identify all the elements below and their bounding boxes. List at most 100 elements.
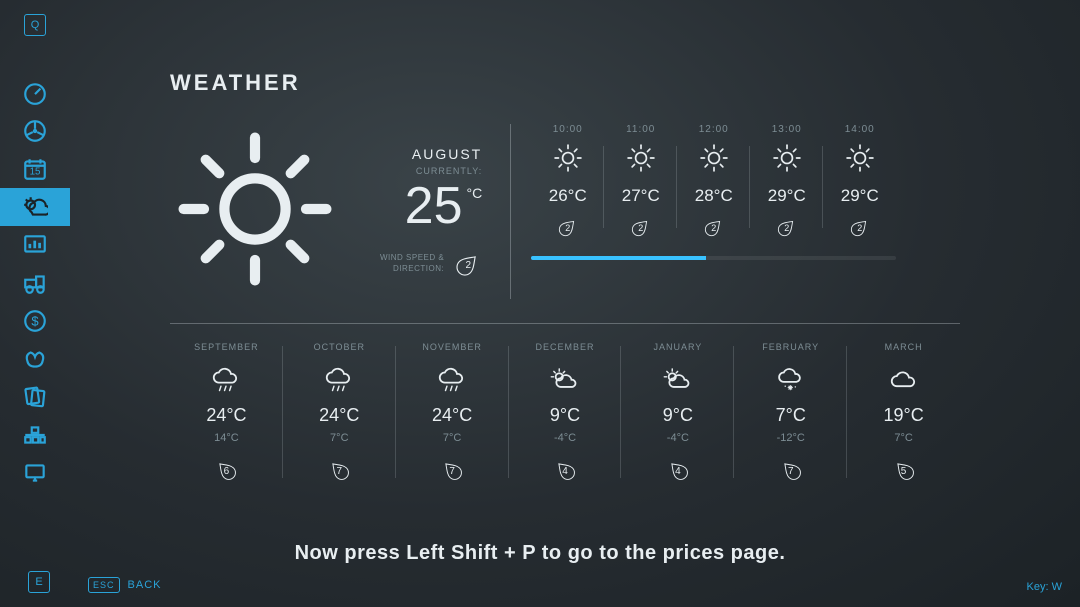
- gauge-icon[interactable]: [0, 74, 70, 112]
- stats-icon[interactable]: [0, 226, 70, 264]
- sun-icon: [170, 124, 340, 299]
- calendar-icon[interactable]: 15: [0, 150, 70, 188]
- currently-label: CURRENTLY:: [416, 166, 482, 176]
- weather-panel: WEATHER AUGUST CURRENTLY: 25°C WIND SPEE…: [85, 70, 1060, 482]
- svg-text:15: 15: [30, 166, 41, 177]
- partly-icon: [660, 364, 696, 399]
- hour-column: 10:00 26°C 2: [531, 124, 604, 238]
- back-button[interactable]: ESC BACK: [88, 577, 161, 593]
- month-column: JANUARY 9°C -4°C 4: [621, 342, 734, 482]
- month-high: 7°C: [776, 405, 806, 426]
- precip-drop-icon: 2: [557, 216, 579, 238]
- wind-label: WIND SPEED & DIRECTION:: [380, 253, 444, 274]
- hour-time: 11:00: [626, 124, 655, 135]
- finance-icon[interactable]: $: [0, 302, 70, 340]
- sun-icon: [624, 141, 658, 180]
- month-name: DECEMBER: [536, 342, 595, 352]
- monthly-forecast[interactable]: SEPTEMBER24°C14°C6OCTOBER24°C7°C7NOVEMBE…: [170, 342, 960, 482]
- rain-icon: [208, 364, 244, 399]
- divider: [510, 124, 511, 299]
- month-high: 24°C: [432, 405, 472, 426]
- sun-icon: [770, 141, 804, 180]
- precip-drop-icon: 7: [327, 458, 351, 482]
- month-column: OCTOBER 24°C 7°C 7: [283, 342, 396, 482]
- partly-icon: [547, 364, 583, 399]
- month-name: MARCH: [885, 342, 923, 352]
- prev-tab-key[interactable]: Q: [24, 14, 46, 36]
- hour-time: 12:00: [699, 124, 729, 135]
- rain-icon: [434, 364, 470, 399]
- month-column: MARCH 19°C 7°C 5: [847, 342, 960, 482]
- hour-temp: 27°C: [622, 186, 660, 206]
- help-icon[interactable]: [0, 454, 70, 492]
- precip-drop-icon: 2: [630, 216, 652, 238]
- hour-column: 13:00 29°C 2: [750, 124, 823, 238]
- current-weather: AUGUST CURRENTLY: 25°C WIND SPEED & DIRE…: [170, 124, 510, 299]
- precip-drop-icon: 4: [553, 458, 577, 482]
- snow-icon: [773, 364, 809, 399]
- weather-icon[interactable]: [0, 188, 70, 226]
- hourly-scrollbar[interactable]: [531, 256, 896, 260]
- divider: [170, 323, 960, 324]
- current-temp: 25°C: [405, 180, 483, 232]
- month-name: JANUARY: [653, 342, 702, 352]
- month-low: -12°C: [777, 432, 805, 444]
- month-column: DECEMBER 9°C -4°C 4: [509, 342, 622, 482]
- hour-temp: 29°C: [768, 186, 806, 206]
- hour-column: 11:00 27°C 2: [604, 124, 677, 238]
- contracts-icon[interactable]: [0, 378, 70, 416]
- hour-temp: 26°C: [549, 186, 587, 206]
- month-column: NOVEMBER 24°C 7°C 7: [396, 342, 509, 482]
- hour-column: 14:00 29°C 2: [823, 124, 896, 238]
- precip-drop-icon: 2: [703, 216, 725, 238]
- tutorial-hint: Now press Left Shift + P to go to the pr…: [0, 542, 1080, 565]
- month-name: NOVEMBER: [422, 342, 482, 352]
- hour-temp: 29°C: [841, 186, 879, 206]
- precip-drop-icon: 5: [892, 458, 916, 482]
- month-low: 7°C: [443, 432, 461, 444]
- month-low: -4°C: [554, 432, 576, 444]
- steering-icon[interactable]: [0, 112, 70, 150]
- precip-drop-icon: 7: [440, 458, 464, 482]
- hour-time: 14:00: [845, 124, 875, 135]
- page-title: WEATHER: [170, 70, 1060, 96]
- month-name: FEBRUARY: [762, 342, 819, 352]
- month-high: 9°C: [550, 405, 580, 426]
- month-column: FEBRUARY 7°C -12°C 7: [734, 342, 847, 482]
- key-hint: Key: W: [1027, 581, 1062, 593]
- esc-key: ESC: [88, 577, 120, 593]
- next-tab-key[interactable]: E: [28, 571, 50, 593]
- month-high: 24°C: [206, 405, 246, 426]
- month-high: 24°C: [319, 405, 359, 426]
- month-name: OCTOBER: [314, 342, 365, 352]
- current-month: AUGUST: [412, 146, 482, 162]
- vehicle-icon[interactable]: [0, 264, 70, 302]
- rain-icon: [321, 364, 357, 399]
- wind-drop-icon: 2: [454, 250, 482, 278]
- precip-drop-icon: 7: [779, 458, 803, 482]
- month-low: 7°C: [894, 432, 912, 444]
- sun-icon: [843, 141, 877, 180]
- hourly-forecast[interactable]: 10:00 26°C 2 11:00 27°C 2 12:00 28°C 2 13:00 29°C 2…: [531, 124, 896, 238]
- precip-drop-icon: 2: [776, 216, 798, 238]
- production-icon[interactable]: [0, 416, 70, 454]
- sidebar: Q 15 $: [0, 0, 70, 607]
- precip-drop-icon: 4: [666, 458, 690, 482]
- sun-icon: [697, 141, 731, 180]
- month-low: 14°C: [214, 432, 239, 444]
- hour-time: 10:00: [553, 124, 583, 135]
- animals-icon[interactable]: [0, 340, 70, 378]
- cloud-icon: [886, 364, 922, 399]
- svg-text:$: $: [31, 313, 39, 328]
- month-low: -4°C: [667, 432, 689, 444]
- month-column: SEPTEMBER 24°C 14°C 6: [170, 342, 283, 482]
- precip-drop-icon: 2: [849, 216, 871, 238]
- hour-column: 12:00 28°C 2: [677, 124, 750, 238]
- hour-time: 13:00: [772, 124, 802, 135]
- month-name: SEPTEMBER: [194, 342, 259, 352]
- month-low: 7°C: [330, 432, 348, 444]
- month-high: 19°C: [883, 405, 923, 426]
- precip-drop-icon: 6: [214, 458, 238, 482]
- hour-temp: 28°C: [695, 186, 733, 206]
- month-high: 9°C: [663, 405, 693, 426]
